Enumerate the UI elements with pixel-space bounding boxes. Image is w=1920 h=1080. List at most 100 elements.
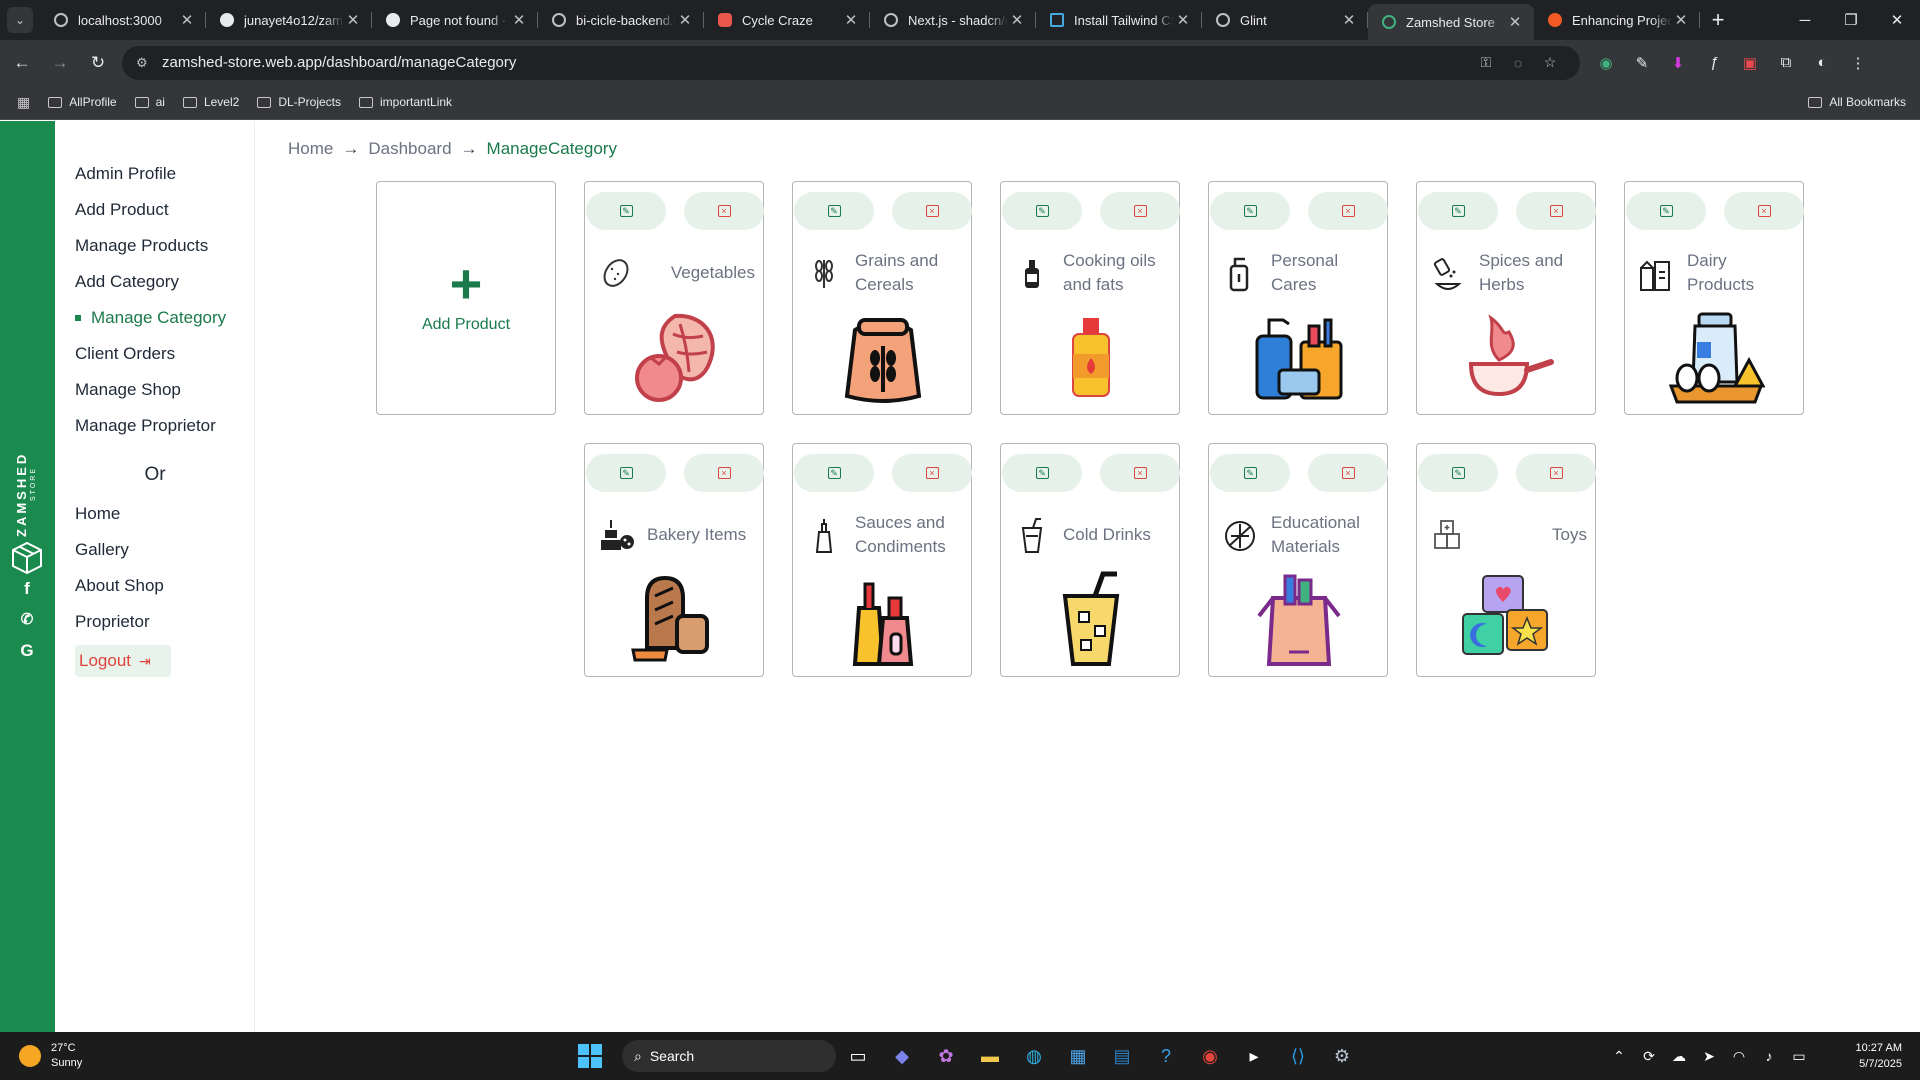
sync-icon[interactable]: ⟳: [1634, 1048, 1664, 1065]
close-icon[interactable]: ✕: [1174, 11, 1192, 29]
edit-category-button[interactable]: ✎: [586, 192, 666, 230]
edit-category-button[interactable]: ✎: [794, 192, 874, 230]
sidebar-item-manage-category[interactable]: Manage Category: [75, 308, 226, 328]
chrome-icon[interactable]: ◉: [1188, 1036, 1232, 1076]
edit-category-button[interactable]: ✎: [794, 454, 874, 492]
close-icon[interactable]: ✕: [1672, 11, 1690, 29]
edit-category-button[interactable]: ✎: [1626, 192, 1706, 230]
minimize-icon[interactable]: ─: [1782, 0, 1828, 40]
browser-tab[interactable]: junayet4o12/zamshed✕: [206, 0, 372, 40]
browser-tab[interactable]: Next.js - shadcn/ui ✕: [870, 0, 1036, 40]
delete-category-button[interactable]: ×: [1516, 454, 1596, 492]
delete-category-button[interactable]: ×: [1100, 192, 1180, 230]
edit-category-button[interactable]: ✎: [1418, 454, 1498, 492]
system-clock[interactable]: 10:27 AM 5/7/2025: [1822, 1040, 1902, 1072]
whatsapp-icon[interactable]: ✆: [17, 610, 37, 628]
close-icon[interactable]: ✕: [510, 11, 528, 29]
site-info-icon[interactable]: ⚙: [136, 55, 152, 71]
bookmark-folder[interactable]: ai: [134, 95, 165, 109]
breadcrumb-home[interactable]: Home: [288, 139, 333, 159]
copilot-icon[interactable]: ✿: [924, 1036, 968, 1076]
weather-widget[interactable]: 27°C Sunny: [19, 1041, 179, 1071]
browser-tab[interactable]: localhost:3000 ✕: [40, 0, 206, 40]
edit-category-button[interactable]: ✎: [1002, 454, 1082, 492]
close-icon[interactable]: ✕: [1506, 13, 1524, 31]
reload-button[interactable]: ↻: [82, 47, 114, 79]
windows-start-icon[interactable]: [578, 1044, 602, 1068]
breadcrumb-dashboard[interactable]: Dashboard: [368, 139, 451, 159]
store-icon[interactable]: ▦: [1056, 1036, 1100, 1076]
bookmark-folder[interactable]: DL-Projects: [257, 95, 341, 109]
edit-category-button[interactable]: ✎: [1418, 192, 1498, 230]
edge-icon[interactable]: ◍: [1012, 1036, 1056, 1076]
close-icon[interactable]: ✕: [1008, 11, 1026, 29]
close-icon[interactable]: ✕: [1340, 11, 1358, 29]
vscode-icon[interactable]: ⟨⟩: [1276, 1036, 1320, 1076]
close-icon[interactable]: ✕: [178, 11, 196, 29]
location-icon[interactable]: ➤: [1694, 1048, 1724, 1065]
tab-search-button[interactable]: ⌄: [0, 0, 40, 40]
new-tab-button[interactable]: +: [1700, 7, 1736, 33]
restore-icon[interactable]: ❐: [1828, 0, 1874, 40]
sidebar-item-manage-shop[interactable]: Manage Shop: [75, 380, 181, 400]
delete-category-button[interactable]: ×: [684, 192, 764, 230]
battery-icon[interactable]: ▭: [1784, 1048, 1814, 1065]
edit-category-button[interactable]: ✎: [1002, 192, 1082, 230]
extension-red-icon[interactable]: ▣: [1732, 54, 1768, 72]
help-icon[interactable]: ?: [1144, 1036, 1188, 1076]
browser-tab[interactable]: bi-cicle-backend.vercel✕: [538, 0, 704, 40]
logout-button[interactable]: Logout ⇥: [75, 645, 171, 677]
delete-category-button[interactable]: ×: [892, 192, 972, 230]
close-window-icon[interactable]: ✕: [1874, 0, 1920, 40]
close-icon[interactable]: ✕: [676, 11, 694, 29]
task-view-icon[interactable]: ▭: [836, 1036, 880, 1076]
sidebar-item-manage-products[interactable]: Manage Products: [75, 236, 208, 256]
google-icon[interactable]: G: [17, 641, 37, 661]
bookmark-folder[interactable]: Level2: [182, 95, 239, 109]
apps-grid-icon[interactable]: ▦: [17, 94, 30, 111]
delete-category-button[interactable]: ×: [684, 454, 764, 492]
browser-tab[interactable]: Cycle Craze ✕: [704, 0, 870, 40]
address-bar[interactable]: ⚙ zamshed-store.web.app/dashboard/manage…: [122, 45, 1580, 80]
extension-green-icon[interactable]: ◉: [1588, 54, 1624, 72]
bookmark-folder[interactable]: importantLink: [359, 95, 452, 109]
delete-category-button[interactable]: ×: [1724, 192, 1804, 230]
teams-icon[interactable]: ◆: [880, 1036, 924, 1076]
sidebar-link-home[interactable]: Home: [75, 504, 120, 524]
close-icon[interactable]: ✕: [344, 11, 362, 29]
sidebar-item-add-product[interactable]: Add Product: [75, 200, 169, 220]
delete-category-button[interactable]: ×: [1100, 454, 1180, 492]
back-button[interactable]: ←: [6, 47, 38, 79]
close-icon[interactable]: ✕: [842, 11, 860, 29]
browser-tab[interactable]: Glint ✕: [1202, 0, 1368, 40]
all-bookmarks-button[interactable]: All Bookmarks: [1808, 95, 1906, 109]
sidebar-link-gallery[interactable]: Gallery: [75, 540, 129, 560]
settings-icon[interactable]: ⚙: [1320, 1036, 1364, 1076]
show-hidden-icons-icon[interactable]: ⌃: [1604, 1048, 1634, 1065]
mysql-icon[interactable]: ▤: [1100, 1036, 1144, 1076]
profile-avatar-icon[interactable]: ◐: [1804, 54, 1840, 71]
terminal-icon[interactable]: ▸: [1232, 1036, 1276, 1076]
browser-tab[interactable]: Page not found · GitHub✕: [372, 0, 538, 40]
password-key-icon[interactable]: ⚿: [1470, 54, 1502, 71]
extensions-puzzle-icon[interactable]: ⧉: [1768, 54, 1804, 71]
volume-icon[interactable]: ♪: [1754, 1048, 1784, 1064]
sidebar-item-manage-proprietor[interactable]: Manage Proprietor: [75, 416, 216, 436]
bookmark-star-icon[interactable]: ☆: [1534, 54, 1566, 71]
extension-pen-icon[interactable]: ✎: [1624, 54, 1660, 72]
taskbar-search[interactable]: ⌕ Search: [622, 1040, 836, 1072]
forward-button[interactable]: →: [44, 47, 76, 79]
facebook-icon[interactable]: f: [17, 579, 37, 599]
sidebar-item-add-category[interactable]: Add Category: [75, 272, 179, 292]
eye-off-icon[interactable]: ◌: [1502, 55, 1534, 71]
extension-download-icon[interactable]: ⬇: [1660, 54, 1696, 72]
sidebar-link-proprietor[interactable]: Proprietor: [75, 612, 150, 632]
sidebar-item-client-orders[interactable]: Client Orders: [75, 344, 175, 364]
browser-menu-icon[interactable]: ⋮: [1840, 54, 1876, 72]
delete-category-button[interactable]: ×: [1516, 192, 1596, 230]
delete-category-button[interactable]: ×: [1308, 454, 1388, 492]
wifi-icon[interactable]: ◠: [1724, 1048, 1754, 1065]
browser-tab[interactable]: Enhancing Project ✕: [1534, 0, 1700, 40]
bookmark-folder[interactable]: AllProfile: [48, 95, 117, 109]
delete-category-button[interactable]: ×: [1308, 192, 1388, 230]
